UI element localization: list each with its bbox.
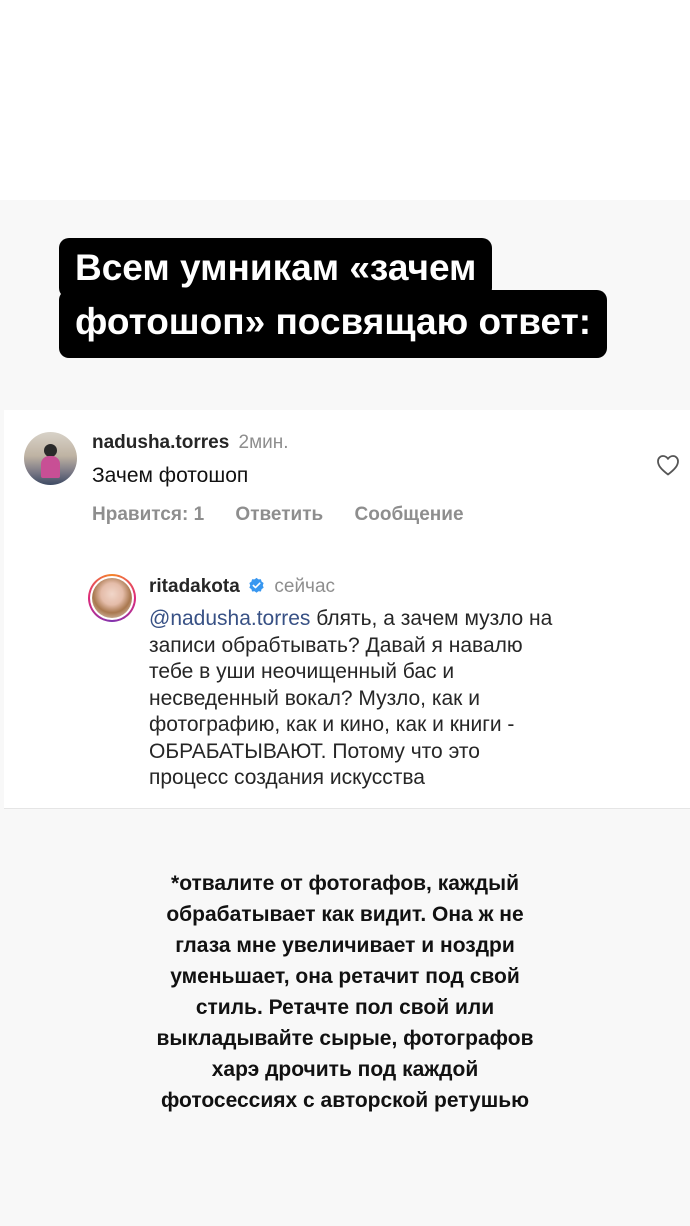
comment-username[interactable]: nadusha.torres: [92, 432, 229, 453]
top-blank-area: [0, 0, 690, 200]
reply-time: сейчас: [274, 576, 336, 597]
reply-line: блять, а зачем музло на: [310, 607, 553, 630]
reply-line: процесс создания искусства: [149, 766, 425, 789]
note-line: выкладывайте сырые, фотографов: [156, 1027, 534, 1050]
title-line-1: Всем умникам «зачем: [59, 238, 493, 298]
reply-username[interactable]: ritadakota: [149, 576, 240, 597]
note-line: обрабатывает как видит. Она ж не: [166, 903, 524, 926]
reply-line: тебе в уши неочищенный бас и: [149, 660, 455, 683]
reply-text: @nadusha.torres блять, а зачем музло на …: [149, 606, 649, 792]
reply-mention[interactable]: @nadusha.torres: [149, 607, 310, 630]
note-line: *отвалите от фотогафов, каждый: [171, 872, 519, 895]
reply-line: несведенный вокал? Музло, как и: [149, 686, 480, 710]
note-line: фотосессиях с авторской ретушью: [160, 1089, 530, 1112]
comment-time: 2мин.: [238, 432, 289, 453]
note-line: стиль. Ретачте пол свой или: [195, 996, 495, 1019]
reply-avatar[interactable]: [88, 574, 136, 622]
note-line: глаза мне увеличивает и ноздри: [175, 934, 515, 957]
likes-count-button[interactable]: Нравится: 1: [92, 504, 204, 525]
story-note: *отвалите от фотогафов, каждый обрабатыв…: [100, 868, 590, 1116]
reply-line: ОБРАБАТЫВАЮТ. Потому что это: [149, 739, 480, 763]
verified-badge-icon: [249, 577, 264, 593]
comment-screenshot: nadusha.torres 2мин. Зачем фотошоп Нрави…: [4, 410, 690, 809]
reply-button[interactable]: Ответить: [235, 504, 323, 525]
comment-text: Зачем фотошоп: [92, 464, 249, 487]
comment-header: nadusha.torres 2мин.: [92, 432, 289, 454]
reply-line: фотографию, как и кино, как и книги -: [149, 713, 515, 736]
reply-header: ritadakota сейчас: [149, 576, 335, 598]
reply-line: записи обрабтывать? Давай я навалю: [149, 633, 523, 657]
comment-actions: Нравится: 1 Ответить Сообщение: [92, 504, 490, 526]
note-line: уменьшает, она ретачит под свой: [170, 965, 520, 988]
avatar[interactable]: [24, 432, 77, 485]
message-button[interactable]: Сообщение: [355, 504, 464, 525]
title-line-2: фотошоп» посвящаю ответ:: [59, 290, 608, 358]
note-line: харэ дрочить под каждой: [211, 1058, 479, 1081]
heart-outline-icon[interactable]: [656, 454, 680, 476]
